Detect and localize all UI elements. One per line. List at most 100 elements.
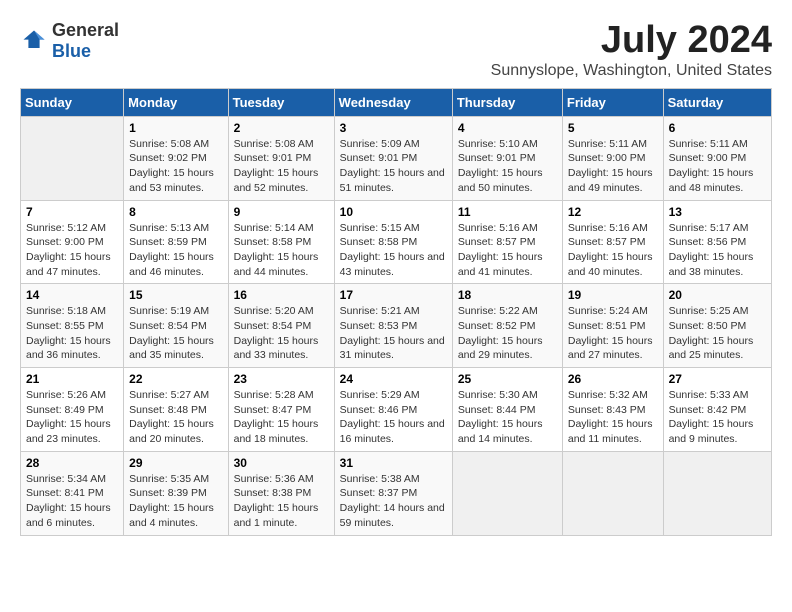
day-number: 13	[669, 205, 766, 219]
day-info: Sunrise: 5:13 AMSunset: 8:59 PMDaylight:…	[129, 221, 222, 280]
day-info: Sunrise: 5:14 AMSunset: 8:58 PMDaylight:…	[234, 221, 329, 280]
day-info: Sunrise: 5:08 AMSunset: 9:01 PMDaylight:…	[234, 137, 329, 196]
day-info: Sunrise: 5:21 AMSunset: 8:53 PMDaylight:…	[340, 304, 447, 363]
day-number: 27	[669, 372, 766, 386]
day-info: Sunrise: 5:12 AMSunset: 9:00 PMDaylight:…	[26, 221, 118, 280]
calendar-cell: 22 Sunrise: 5:27 AMSunset: 8:48 PMDaylig…	[124, 368, 228, 452]
day-info: Sunrise: 5:16 AMSunset: 8:57 PMDaylight:…	[568, 221, 658, 280]
day-info: Sunrise: 5:15 AMSunset: 8:58 PMDaylight:…	[340, 221, 447, 280]
calendar-cell: 14 Sunrise: 5:18 AMSunset: 8:55 PMDaylig…	[21, 284, 124, 368]
day-number: 31	[340, 456, 447, 470]
header-day-wednesday: Wednesday	[334, 88, 452, 116]
calendar-cell: 30 Sunrise: 5:36 AMSunset: 8:38 PMDaylig…	[228, 451, 334, 535]
calendar-cell: 21 Sunrise: 5:26 AMSunset: 8:49 PMDaylig…	[21, 368, 124, 452]
calendar-cell: 18 Sunrise: 5:22 AMSunset: 8:52 PMDaylig…	[452, 284, 562, 368]
header-row: SundayMondayTuesdayWednesdayThursdayFrid…	[21, 88, 772, 116]
day-number: 26	[568, 372, 658, 386]
day-number: 30	[234, 456, 329, 470]
header-day-tuesday: Tuesday	[228, 88, 334, 116]
day-number: 28	[26, 456, 118, 470]
day-number: 21	[26, 372, 118, 386]
calendar-cell: 10 Sunrise: 5:15 AMSunset: 8:58 PMDaylig…	[334, 200, 452, 284]
day-number: 22	[129, 372, 222, 386]
day-number: 19	[568, 288, 658, 302]
day-info: Sunrise: 5:27 AMSunset: 8:48 PMDaylight:…	[129, 388, 222, 447]
calendar-cell: 16 Sunrise: 5:20 AMSunset: 8:54 PMDaylig…	[228, 284, 334, 368]
week-row-2: 7 Sunrise: 5:12 AMSunset: 9:00 PMDayligh…	[21, 200, 772, 284]
calendar-cell	[452, 451, 562, 535]
day-info: Sunrise: 5:36 AMSunset: 8:38 PMDaylight:…	[234, 472, 329, 531]
day-info: Sunrise: 5:38 AMSunset: 8:37 PMDaylight:…	[340, 472, 447, 531]
calendar-cell: 1 Sunrise: 5:08 AMSunset: 9:02 PMDayligh…	[124, 116, 228, 200]
calendar-cell: 29 Sunrise: 5:35 AMSunset: 8:39 PMDaylig…	[124, 451, 228, 535]
calendar-cell: 3 Sunrise: 5:09 AMSunset: 9:01 PMDayligh…	[334, 116, 452, 200]
day-number: 25	[458, 372, 557, 386]
calendar-header: SundayMondayTuesdayWednesdayThursdayFrid…	[21, 88, 772, 116]
day-number: 8	[129, 205, 222, 219]
day-info: Sunrise: 5:11 AMSunset: 9:00 PMDaylight:…	[669, 137, 766, 196]
day-number: 3	[340, 121, 447, 135]
calendar-cell: 15 Sunrise: 5:19 AMSunset: 8:54 PMDaylig…	[124, 284, 228, 368]
day-number: 29	[129, 456, 222, 470]
logo-general-text: General	[52, 20, 119, 40]
day-info: Sunrise: 5:10 AMSunset: 9:01 PMDaylight:…	[458, 137, 557, 196]
calendar-table: SundayMondayTuesdayWednesdayThursdayFrid…	[20, 88, 772, 536]
day-number: 7	[26, 205, 118, 219]
header-day-thursday: Thursday	[452, 88, 562, 116]
calendar-cell: 25 Sunrise: 5:30 AMSunset: 8:44 PMDaylig…	[452, 368, 562, 452]
logo: General Blue	[20, 20, 119, 62]
day-info: Sunrise: 5:28 AMSunset: 8:47 PMDaylight:…	[234, 388, 329, 447]
month-title: July 2024	[491, 20, 772, 62]
calendar-cell	[21, 116, 124, 200]
calendar-cell: 8 Sunrise: 5:13 AMSunset: 8:59 PMDayligh…	[124, 200, 228, 284]
calendar-cell: 17 Sunrise: 5:21 AMSunset: 8:53 PMDaylig…	[334, 284, 452, 368]
calendar-cell	[663, 451, 771, 535]
week-row-3: 14 Sunrise: 5:18 AMSunset: 8:55 PMDaylig…	[21, 284, 772, 368]
day-number: 12	[568, 205, 658, 219]
day-number: 15	[129, 288, 222, 302]
day-info: Sunrise: 5:17 AMSunset: 8:56 PMDaylight:…	[669, 221, 766, 280]
day-info: Sunrise: 5:16 AMSunset: 8:57 PMDaylight:…	[458, 221, 557, 280]
calendar-cell: 24 Sunrise: 5:29 AMSunset: 8:46 PMDaylig…	[334, 368, 452, 452]
calendar-cell: 6 Sunrise: 5:11 AMSunset: 9:00 PMDayligh…	[663, 116, 771, 200]
logo-bird-icon	[20, 27, 48, 55]
calendar-cell: 4 Sunrise: 5:10 AMSunset: 9:01 PMDayligh…	[452, 116, 562, 200]
day-number: 16	[234, 288, 329, 302]
calendar-cell: 26 Sunrise: 5:32 AMSunset: 8:43 PMDaylig…	[562, 368, 663, 452]
calendar-cell: 12 Sunrise: 5:16 AMSunset: 8:57 PMDaylig…	[562, 200, 663, 284]
title-area: July 2024 Sunnyslope, Washington, United…	[491, 20, 772, 80]
calendar-cell: 27 Sunrise: 5:33 AMSunset: 8:42 PMDaylig…	[663, 368, 771, 452]
day-info: Sunrise: 5:20 AMSunset: 8:54 PMDaylight:…	[234, 304, 329, 363]
calendar-cell	[562, 451, 663, 535]
week-row-1: 1 Sunrise: 5:08 AMSunset: 9:02 PMDayligh…	[21, 116, 772, 200]
day-info: Sunrise: 5:18 AMSunset: 8:55 PMDaylight:…	[26, 304, 118, 363]
header-day-saturday: Saturday	[663, 88, 771, 116]
logo-blue-text: Blue	[52, 41, 91, 61]
day-info: Sunrise: 5:25 AMSunset: 8:50 PMDaylight:…	[669, 304, 766, 363]
day-number: 14	[26, 288, 118, 302]
week-row-4: 21 Sunrise: 5:26 AMSunset: 8:49 PMDaylig…	[21, 368, 772, 452]
day-info: Sunrise: 5:08 AMSunset: 9:02 PMDaylight:…	[129, 137, 222, 196]
day-info: Sunrise: 5:09 AMSunset: 9:01 PMDaylight:…	[340, 137, 447, 196]
day-info: Sunrise: 5:32 AMSunset: 8:43 PMDaylight:…	[568, 388, 658, 447]
day-number: 23	[234, 372, 329, 386]
day-info: Sunrise: 5:22 AMSunset: 8:52 PMDaylight:…	[458, 304, 557, 363]
day-number: 2	[234, 121, 329, 135]
calendar-body: 1 Sunrise: 5:08 AMSunset: 9:02 PMDayligh…	[21, 116, 772, 535]
day-number: 1	[129, 121, 222, 135]
calendar-cell: 5 Sunrise: 5:11 AMSunset: 9:00 PMDayligh…	[562, 116, 663, 200]
calendar-cell: 2 Sunrise: 5:08 AMSunset: 9:01 PMDayligh…	[228, 116, 334, 200]
header-day-monday: Monday	[124, 88, 228, 116]
calendar-cell: 7 Sunrise: 5:12 AMSunset: 9:00 PMDayligh…	[21, 200, 124, 284]
day-number: 4	[458, 121, 557, 135]
day-number: 24	[340, 372, 447, 386]
calendar-cell: 13 Sunrise: 5:17 AMSunset: 8:56 PMDaylig…	[663, 200, 771, 284]
calendar-cell: 31 Sunrise: 5:38 AMSunset: 8:37 PMDaylig…	[334, 451, 452, 535]
week-row-5: 28 Sunrise: 5:34 AMSunset: 8:41 PMDaylig…	[21, 451, 772, 535]
calendar-cell: 20 Sunrise: 5:25 AMSunset: 8:50 PMDaylig…	[663, 284, 771, 368]
calendar-cell: 23 Sunrise: 5:28 AMSunset: 8:47 PMDaylig…	[228, 368, 334, 452]
header: General Blue July 2024 Sunnyslope, Washi…	[20, 20, 772, 80]
day-info: Sunrise: 5:24 AMSunset: 8:51 PMDaylight:…	[568, 304, 658, 363]
location-title: Sunnyslope, Washington, United States	[491, 62, 772, 80]
day-number: 10	[340, 205, 447, 219]
